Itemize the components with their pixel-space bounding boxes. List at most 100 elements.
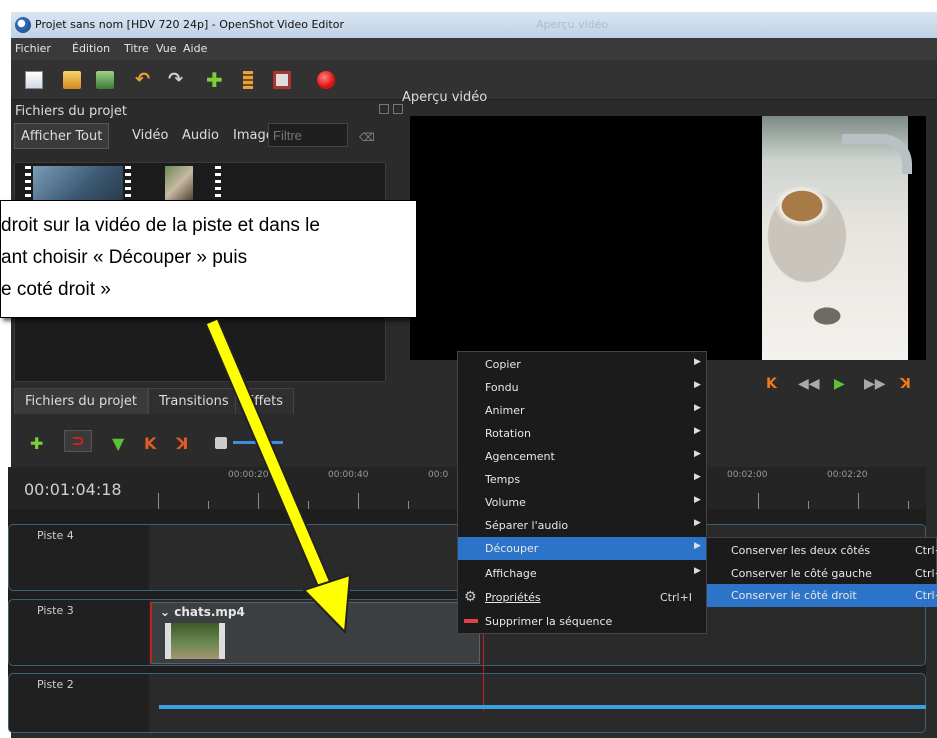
menu-item-label: Supprimer la séquence xyxy=(485,615,613,628)
filter-video[interactable]: Vidéo xyxy=(128,123,172,149)
jump-end-icon[interactable]: ꓘ xyxy=(900,376,911,392)
submenu-arrow-icon: ▶ xyxy=(694,541,701,551)
add-marker-icon[interactable]: ▼ xyxy=(112,434,124,453)
track-piste-2[interactable]: Piste 2 xyxy=(8,673,926,733)
track-name: Piste 2 xyxy=(37,678,74,691)
import-files-icon[interactable]: ✚ xyxy=(206,70,224,90)
ruler-label: 00:0 xyxy=(428,470,449,480)
menu-vue[interactable]: Vue xyxy=(156,42,177,55)
play-icon[interactable]: ▶ xyxy=(834,376,845,392)
ruler-tick xyxy=(358,493,359,509)
previous-marker-icon[interactable]: K xyxy=(144,434,156,453)
next-marker-icon[interactable]: ꓘ xyxy=(176,434,188,453)
filter-input[interactable] xyxy=(268,123,348,147)
open-project-icon[interactable] xyxy=(63,71,81,89)
jump-start-icon[interactable]: K xyxy=(766,376,777,392)
record-icon[interactable] xyxy=(317,71,335,89)
menu-item-rotation[interactable]: Rotation ▶ xyxy=(458,422,706,445)
file-thumbnail[interactable] xyxy=(33,166,123,202)
submenu-arrow-icon: ▶ xyxy=(694,380,701,390)
menu-fichier[interactable]: Fichier xyxy=(15,42,51,55)
project-files-header: Fichiers du projet xyxy=(11,102,411,124)
ruler-tick xyxy=(208,501,209,509)
submenu-item-label: Conserver le côté droit xyxy=(731,589,857,602)
submenu-item-shortcut: Ctrl+ xyxy=(915,544,937,557)
callout-line: ant choisir « Découper » puis xyxy=(1,247,248,268)
menu-item-fondu[interactable]: Fondu ▶ xyxy=(458,376,706,399)
menu-item-proprietes[interactable]: ⚙ Propriétés Ctrl+I xyxy=(458,586,706,609)
fast-forward-icon[interactable]: ▶▶ xyxy=(864,376,886,392)
tab-project-files[interactable]: Fichiers du projet xyxy=(14,388,148,414)
title-bar: Projet sans nom [HDV 720 24p] - OpenShot… xyxy=(11,12,937,38)
ruler-label: 00:00:20 xyxy=(228,470,269,480)
callout-line: droit sur la vidéo de la piste et dans l… xyxy=(1,215,320,236)
zoom-slider[interactable] xyxy=(233,441,283,444)
redo-icon[interactable]: ↷ xyxy=(168,71,186,89)
menu-item-label: Découper xyxy=(485,542,539,555)
ruler-tick xyxy=(758,493,759,509)
menu-item-label: Temps xyxy=(485,473,521,486)
callout-line: e coté droit » xyxy=(1,279,111,300)
menu-item-label: Propriétés xyxy=(485,591,541,604)
film-sprocket xyxy=(125,166,131,202)
menu-item-supprimer[interactable]: Supprimer la séquence xyxy=(458,610,706,633)
menu-edition[interactable]: Édition xyxy=(72,42,110,55)
menu-bar: Fichier Édition Titre Vue Aide xyxy=(11,38,937,60)
filter-audio[interactable]: Audio xyxy=(178,123,223,149)
submenu-item-label: Conserver les deux côtés xyxy=(731,544,871,557)
menu-item-affichage[interactable]: Affichage ▶ xyxy=(458,562,706,585)
menu-item-label: Animer xyxy=(485,404,525,417)
ruler-tick xyxy=(908,501,909,509)
remove-icon xyxy=(464,619,478,623)
clip-name: ⌄ chats.mp4 xyxy=(160,605,245,619)
track-header: Piste 3 xyxy=(9,600,149,665)
save-project-icon[interactable] xyxy=(96,71,114,89)
tab-effects[interactable]: Effets xyxy=(235,388,295,414)
menu-item-temps[interactable]: Temps ▶ xyxy=(458,468,706,491)
timeline-scrollbar[interactable] xyxy=(159,705,926,709)
submenu-arrow-icon: ▶ xyxy=(694,426,701,436)
track-name: Piste 3 xyxy=(37,604,74,617)
ruler-label: 00:00:40 xyxy=(328,470,369,480)
rewind-icon[interactable]: ◀◀ xyxy=(798,376,820,392)
submenu-item-shortcut: Ctrl+ xyxy=(915,589,937,602)
menu-item-keep-left-side[interactable]: Conserver le côté gauche Ctrl+ xyxy=(707,562,937,585)
menu-item-volume[interactable]: Volume ▶ xyxy=(458,491,706,514)
center-timeline-icon[interactable] xyxy=(215,437,227,449)
ruler-tick xyxy=(258,493,259,509)
profile-icon[interactable] xyxy=(243,71,253,89)
close-panel-icon[interactable] xyxy=(393,104,403,114)
filter-show-all[interactable]: Afficher Tout xyxy=(14,123,110,149)
menu-titre[interactable]: Titre xyxy=(124,42,149,55)
submenu-arrow-icon: ▶ xyxy=(694,495,701,505)
clear-filter-icon[interactable]: ⌫ xyxy=(359,131,375,144)
ruler-tick xyxy=(308,501,309,509)
snap-icon[interactable]: ⊃ xyxy=(64,430,92,452)
clip-name-text: chats.mp4 xyxy=(174,605,245,619)
track-name: Piste 4 xyxy=(37,529,74,542)
fullscreen-icon[interactable] xyxy=(273,71,291,89)
gear-icon: ⚙ xyxy=(464,589,477,605)
new-project-icon[interactable] xyxy=(25,71,43,89)
menu-item-agencement[interactable]: Agencement ▶ xyxy=(458,445,706,468)
tab-transitions[interactable]: Transitions xyxy=(148,388,240,414)
track-header: Piste 2 xyxy=(9,674,149,732)
dock-tabs: Fichiers du projet Transitions Effets xyxy=(0,385,400,414)
float-panel-icon[interactable] xyxy=(379,104,389,114)
ruler-label: 00:02:00 xyxy=(727,470,768,480)
ruler-label: 00:02:20 xyxy=(827,470,868,480)
undo-icon[interactable]: ↶ xyxy=(135,71,153,89)
add-track-icon[interactable]: ✚ xyxy=(30,434,43,453)
menu-item-shortcut: Ctrl+I xyxy=(660,591,693,604)
menu-item-separer-audio[interactable]: Séparer l'audio ▶ xyxy=(458,514,706,537)
menu-item-animer[interactable]: Animer ▶ xyxy=(458,399,706,422)
clip-thumbnail xyxy=(165,623,225,659)
ruler-tick xyxy=(158,493,159,509)
menu-aide[interactable]: Aide xyxy=(183,42,207,55)
menu-item-copier[interactable]: Copier ▶ xyxy=(458,353,706,376)
menu-item-keep-right-side[interactable]: Conserver le côté droit Ctrl+ xyxy=(707,584,937,607)
menu-item-decouper[interactable]: Découper ▶ xyxy=(458,537,706,560)
file-thumbnail[interactable] xyxy=(165,166,193,202)
window-title: Projet sans nom [HDV 720 24p] - OpenShot… xyxy=(35,18,344,31)
menu-item-keep-both-sides[interactable]: Conserver les deux côtés Ctrl+ xyxy=(707,539,937,562)
